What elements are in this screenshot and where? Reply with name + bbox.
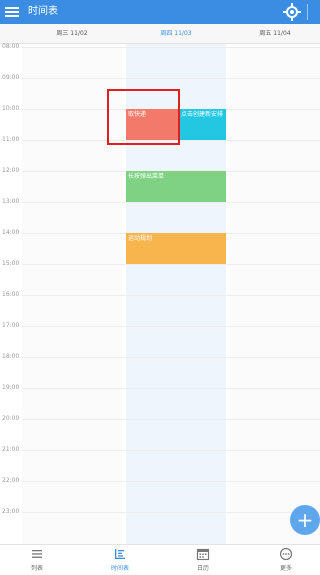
nav-list[interactable]: 列表 [7, 547, 67, 575]
nav-more[interactable]: 更多 [256, 547, 316, 575]
calendar-icon [196, 548, 210, 561]
app-title: 时间表 [28, 6, 58, 17]
hour-line [22, 295, 320, 296]
hour-label: 11:00 [2, 136, 20, 143]
nav-label: 时间表 [110, 565, 129, 572]
hour-line [22, 388, 320, 389]
event-exercise-plan[interactable]: 运动规划 [126, 233, 226, 264]
hour-label: 20:00 [2, 415, 20, 422]
event-label: 长按弹出菜单 [128, 173, 165, 180]
hour-label: 14:00 [2, 229, 20, 236]
nav-label: 列表 [30, 565, 43, 572]
more-icon [279, 547, 293, 561]
nav-timetable[interactable]: 时间表 [90, 547, 150, 575]
hour-line [22, 202, 320, 203]
hour-label: 13:00 [2, 198, 20, 205]
hour-label: 22:00 [2, 477, 20, 484]
menu-icon[interactable] [2, 2, 22, 22]
hour-line [22, 47, 320, 48]
timeline-icon [115, 549, 125, 559]
hour-label: 10:00 [2, 105, 20, 112]
hour-line [22, 481, 320, 482]
day-header-wed[interactable]: 周三 11/02 [22, 24, 122, 44]
hour-label: 18:00 [2, 353, 20, 360]
nav-calendar[interactable]: 日历 [173, 547, 233, 575]
hour-line [22, 264, 320, 265]
hour-label: 15:00 [2, 260, 20, 267]
hour-line [22, 512, 320, 513]
app-bar-divider [307, 4, 308, 20]
list-icon [32, 550, 42, 558]
hour-line [22, 78, 320, 79]
hour-line [22, 419, 320, 420]
event-label: 运动规划 [128, 235, 153, 242]
hour-label: 21:00 [2, 446, 20, 453]
hour-label: 12:00 [2, 167, 20, 174]
hour-label: 16:00 [2, 291, 20, 298]
locate-icon[interactable] [282, 2, 302, 22]
day-header-thu[interactable]: 周四 11/03 [126, 24, 226, 44]
day-column-fri[interactable] [230, 44, 320, 544]
tutorial-highlight-box [107, 89, 180, 145]
hour-line [22, 450, 320, 451]
hour-line [22, 357, 320, 358]
event-create-new[interactable]: 点击创建新安排 [179, 109, 226, 140]
hour-label: 08:00 [2, 43, 20, 50]
event-long-press-menu[interactable]: 长按弹出菜单 [126, 171, 226, 202]
nav-label: 日历 [196, 565, 209, 572]
hour-label: 19:00 [2, 384, 20, 391]
event-label: 点击创建新安排 [181, 111, 224, 118]
bottom-nav: 列表 时间表 日历 更多 [0, 544, 320, 575]
nav-label: 更多 [279, 565, 292, 572]
day-header: 周三 11/02 周四 11/03 周五 11/04 [0, 24, 320, 44]
app-bar: 时间表 [0, 0, 320, 24]
hour-label: 09:00 [2, 74, 20, 81]
day-header-fri[interactable]: 周五 11/04 [230, 24, 320, 44]
hour-line [22, 326, 320, 327]
hour-label: 17:00 [2, 322, 20, 329]
add-event-button[interactable]: + [290, 505, 320, 535]
hour-label: 23:00 [2, 508, 20, 515]
